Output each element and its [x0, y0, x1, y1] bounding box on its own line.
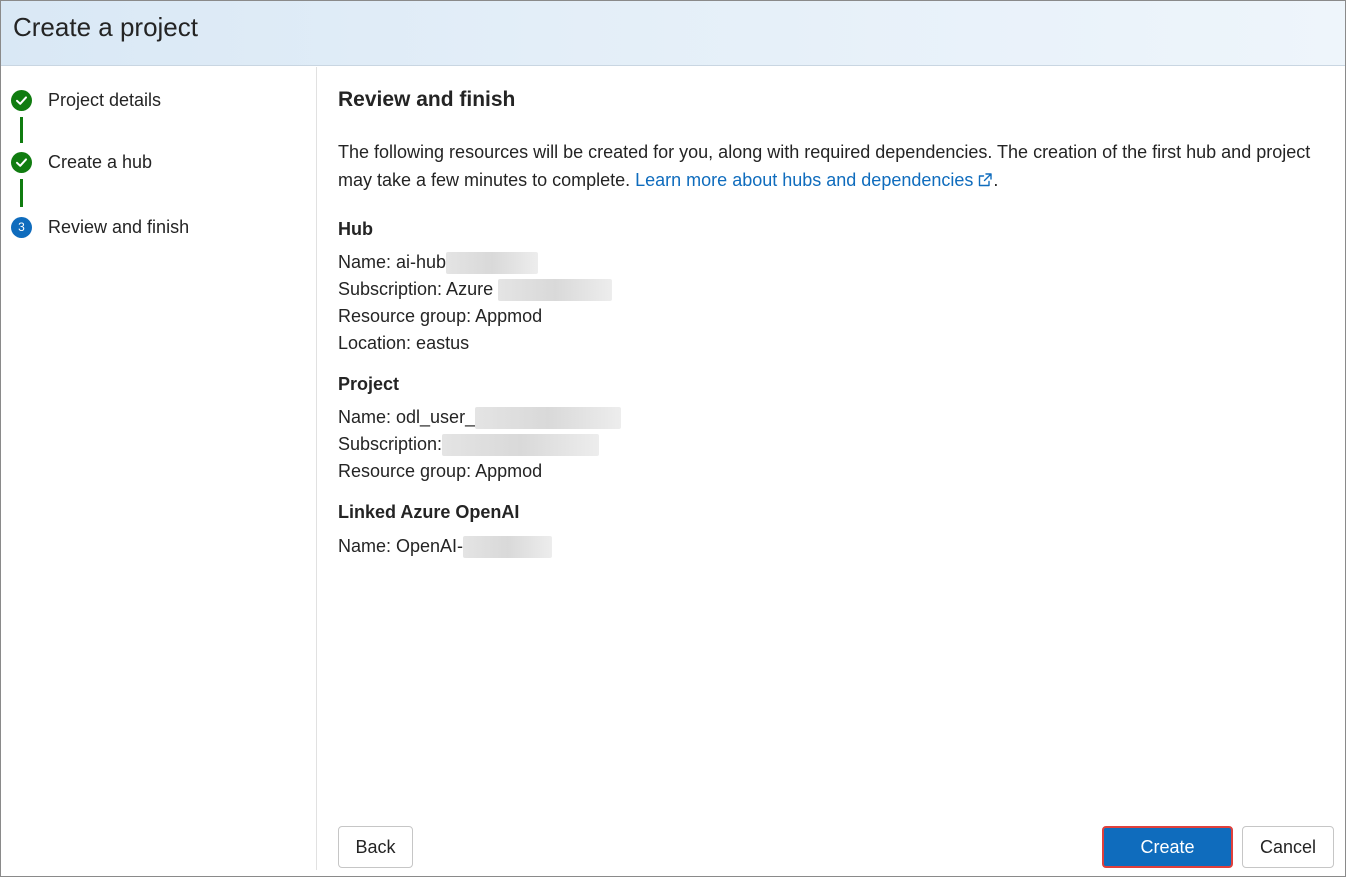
step-label: Project details	[48, 89, 162, 110]
checkmark-icon	[11, 151, 32, 173]
redacted-value	[442, 434, 600, 457]
step-number-icon: 3	[11, 216, 32, 238]
project-resource-group: Resource group: Appmod	[338, 461, 543, 481]
step-connector	[20, 179, 23, 207]
redacted-value	[475, 407, 622, 430]
step-label: Review and finish	[48, 216, 190, 237]
intro-paragraph: The following resources will be created …	[338, 138, 1328, 196]
hub-subscription-row: Subscription: Azure	[338, 279, 613, 302]
step-connector	[20, 117, 23, 143]
redacted-value	[498, 279, 613, 302]
create-project-dialog: Create a project Project details Create …	[0, 0, 1346, 877]
openai-name-row: Name: OpenAI-	[338, 536, 553, 559]
wizard-steps: Project details Create a hub 3 Review an…	[1, 67, 317, 870]
period: .	[993, 170, 999, 190]
step-review-finish[interactable]: 3 Review and finish	[11, 215, 189, 239]
external-link-icon	[977, 168, 993, 196]
page-title: Review and finish	[338, 88, 516, 111]
project-name: Name: odl_user_	[338, 407, 476, 427]
hub-name-row: Name: ai-hub	[338, 252, 539, 275]
redacted-value	[446, 252, 539, 275]
step-label: Create a hub	[48, 151, 153, 172]
dialog-title: Create a project	[13, 12, 198, 42]
redacted-value	[463, 536, 553, 559]
project-heading: Project	[338, 374, 400, 394]
checkmark-icon	[11, 89, 32, 111]
project-subscription-row: Subscription:	[338, 434, 600, 457]
openai-heading: Linked Azure OpenAI	[338, 502, 520, 522]
hub-location: Location: eastus	[338, 333, 470, 353]
dialog-header: Create a project	[1, 1, 1345, 66]
project-subscription: Subscription:	[338, 434, 443, 454]
hub-subscription: Subscription: Azure	[338, 279, 494, 299]
learn-more-link[interactable]: Learn more about hubs and dependencies	[635, 170, 993, 190]
step-project-details[interactable]: Project details	[11, 88, 161, 112]
hub-name: Name: ai-hub	[338, 252, 447, 272]
step-create-hub[interactable]: Create a hub	[11, 150, 152, 174]
openai-name: Name: OpenAI-	[338, 536, 464, 556]
learn-more-label: Learn more about hubs and dependencies	[635, 170, 974, 190]
hub-resource-group: Resource group: Appmod	[338, 306, 543, 326]
hub-heading: Hub	[338, 219, 373, 239]
project-name-row: Name: odl_user_	[338, 407, 622, 430]
create-button[interactable]: Create	[1102, 826, 1233, 868]
cancel-button[interactable]: Cancel	[1242, 826, 1334, 868]
back-button[interactable]: Back	[338, 826, 413, 868]
